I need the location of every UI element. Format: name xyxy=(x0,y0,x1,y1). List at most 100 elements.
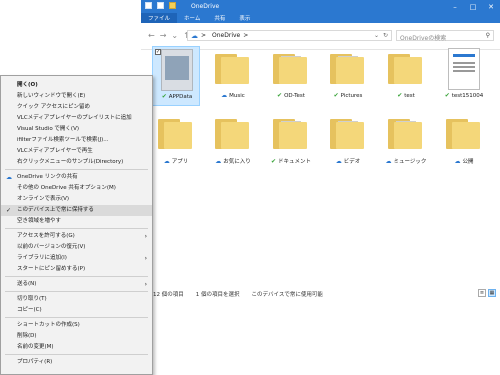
file-item[interactable]: ✔ Pictures xyxy=(324,46,372,106)
close-button[interactable]: ✕ xyxy=(482,0,500,13)
menu-item[interactable]: 削除(D) xyxy=(1,331,152,342)
maximize-button[interactable]: □ xyxy=(464,0,482,13)
menu-item[interactable]: VLCメディアプレイヤーのプレイリストに追加 xyxy=(1,113,152,124)
file-item[interactable]: ☁ ビデオ xyxy=(324,111,372,171)
menu-item[interactable]: 切り取り(T) xyxy=(1,294,152,305)
menu-item[interactable]: ☁ OneDrive リンクの共有 xyxy=(1,172,152,183)
file-item[interactable]: ✔ OD-Test xyxy=(267,46,315,106)
large-icons-view-icon[interactable]: ▦ xyxy=(488,289,496,297)
menu-item[interactable]: ショートカットの作成(S) xyxy=(1,320,152,331)
menu-item[interactable]: プロパティ(R) xyxy=(1,357,152,368)
tab-file[interactable]: ファイル xyxy=(141,13,178,23)
file-name: 公開 xyxy=(462,159,474,165)
forward-icon[interactable]: → xyxy=(160,31,167,40)
menu-item[interactable]: 名前の変更(M) xyxy=(1,342,152,353)
menu-separator xyxy=(5,228,148,229)
menu-item[interactable]: オンラインで表示(V) xyxy=(1,194,152,205)
ribbon-tabs: ファイル ホーム 共有 表示 xyxy=(141,13,500,23)
back-icon[interactable]: ← xyxy=(148,31,155,40)
folder-icon xyxy=(446,119,480,149)
address-dropdown-icon[interactable]: ⌄ xyxy=(374,32,379,39)
menu-item[interactable]: 新しいウィンドウで開く(E) xyxy=(1,91,152,102)
menu-item-label: 新しいウィンドウで開く(E) xyxy=(17,93,86,99)
file-name: APPData xyxy=(168,93,193,100)
properties-icon[interactable] xyxy=(157,2,164,9)
view-buttons: ≡ ▦ xyxy=(478,289,496,297)
file-name: OD-Test xyxy=(284,92,305,99)
address-separator-trailing: > xyxy=(243,32,249,39)
menu-item[interactable]: Visual Studio で開く(V) xyxy=(1,124,152,135)
file-view: ✓ ✔ APPData ☁ Music ✔ OD-Test ✔ Pictures ✔ test ✔ te… xyxy=(152,46,498,288)
menu-item[interactable]: VLCメディアプレイヤーで再生 xyxy=(1,146,152,157)
menu-item-label: ライブラリに追加(I) xyxy=(17,255,67,261)
explorer-window: OneDrive – □ ✕ ファイル ホーム 共有 表示 ← → ⌄ ↑ ☁ … xyxy=(141,0,500,300)
file-name: お気に入り xyxy=(223,159,251,165)
synced-status-icon: ✔ xyxy=(161,93,167,100)
menu-separator xyxy=(5,291,148,292)
menu-item[interactable]: ifilterファイル検索ツールで検索(J)... xyxy=(1,135,152,146)
file-name: ミュージック xyxy=(393,159,427,165)
menu-item-label: ifilterファイル検索ツールで検索(J)... xyxy=(17,137,109,143)
menu-item-label: アクセスを許可する(G) xyxy=(17,233,75,239)
file-item[interactable]: ✔ test151004 xyxy=(440,46,488,106)
menu-separator xyxy=(5,169,148,170)
menu-item-label: クイック アクセスにピン留め xyxy=(17,104,90,110)
file-item[interactable]: ☁ アプリ xyxy=(152,111,200,171)
menu-item[interactable]: 空き領域を増やす xyxy=(1,216,152,227)
menu-item-label: 名前の変更(M) xyxy=(17,344,54,350)
cloud-status-icon: ☁ xyxy=(454,157,461,165)
new-folder-icon[interactable] xyxy=(169,2,176,9)
menu-item[interactable]: 開く(O) xyxy=(1,80,152,91)
menu-item[interactable]: アクセスを許可する(G) › xyxy=(1,231,152,242)
menu-item-label: 送る(N) xyxy=(17,281,37,287)
menu-item-label: 以前のバージョンの復元(V) xyxy=(17,244,86,250)
file-item[interactable]: ☁ 公開 xyxy=(440,111,488,171)
menu-item-label: Visual Studio で開く(V) xyxy=(17,126,79,132)
folder-icon xyxy=(215,119,249,149)
menu-item[interactable]: 送る(N) › xyxy=(1,279,152,290)
address-separator: > xyxy=(201,32,207,39)
cloud-status-icon: ☁ xyxy=(221,92,228,99)
folder-icon xyxy=(215,54,249,84)
menu-item[interactable]: クイック アクセスにピン留め xyxy=(1,102,152,113)
menu-item-label: コピー(C) xyxy=(17,307,42,313)
address-location[interactable]: OneDrive xyxy=(212,32,240,39)
menu-item[interactable]: 右クリックメニューのサンプル(Directory) xyxy=(1,157,152,168)
cloud-status-icon: ☁ xyxy=(215,157,222,165)
menu-item[interactable]: ライブラリに追加(I) › xyxy=(1,253,152,264)
menu-item[interactable]: スタートにピン留めする(P) xyxy=(1,264,152,275)
refresh-icon[interactable]: ↻ xyxy=(383,32,388,39)
tab-view[interactable]: 表示 xyxy=(232,13,257,23)
file-item[interactable]: ✔ ドキュメント xyxy=(267,111,315,171)
quick-access-toolbar xyxy=(145,2,176,9)
cloud-status-icon: ☁ xyxy=(335,157,342,165)
recent-dropdown-icon[interactable]: ⌄ xyxy=(171,31,178,40)
file-name: test151004 xyxy=(451,92,484,99)
title-bar: OneDrive – □ ✕ xyxy=(141,0,500,13)
search-input[interactable]: OneDriveの検索 ⚲ xyxy=(396,30,494,42)
menu-item-label: OneDrive リンクの共有 xyxy=(17,174,78,180)
file-item[interactable]: ☁ ミュージック xyxy=(382,111,430,171)
onedrive-cloud-icon: ☁ xyxy=(191,31,198,40)
details-view-icon[interactable]: ≡ xyxy=(478,289,486,297)
file-name: ドキュメント xyxy=(278,159,312,165)
menu-item-label: スタートにピン留めする(P) xyxy=(17,266,86,272)
address-bar[interactable]: ☁ > OneDrive > ⌄ ↻ xyxy=(187,30,392,41)
menu-item[interactable]: ✓ このデバイス上で常に保持する xyxy=(1,205,152,216)
file-item[interactable]: ☁ お気に入り xyxy=(209,111,257,171)
file-item[interactable]: ☁ Music xyxy=(209,46,257,106)
submenu-arrow-icon: › xyxy=(144,281,147,288)
menu-item-label: ショートカットの作成(S) xyxy=(17,322,80,328)
context-menu: 開く(O) 新しいウィンドウで開く(E) クイック アクセスにピン留め VLCメディア… xyxy=(0,75,153,375)
synced-status-icon: ✔ xyxy=(397,92,403,99)
menu-item[interactable]: 以前のバージョンの復元(V) xyxy=(1,242,152,253)
tab-share[interactable]: 共有 xyxy=(207,13,232,23)
file-item[interactable]: ✓ ✔ APPData xyxy=(152,46,200,106)
menu-item[interactable]: その他の OneDrive 共有オプション(M) xyxy=(1,183,152,194)
menu-item-label: 右クリックメニューのサンプル(Directory) xyxy=(17,159,124,165)
tab-home[interactable]: ホーム xyxy=(177,13,207,23)
menu-item-label: 空き領域を増やす xyxy=(17,218,62,224)
menu-item[interactable]: コピー(C) xyxy=(1,305,152,316)
file-item[interactable]: ✔ test xyxy=(382,46,430,106)
minimize-button[interactable]: – xyxy=(446,0,464,13)
